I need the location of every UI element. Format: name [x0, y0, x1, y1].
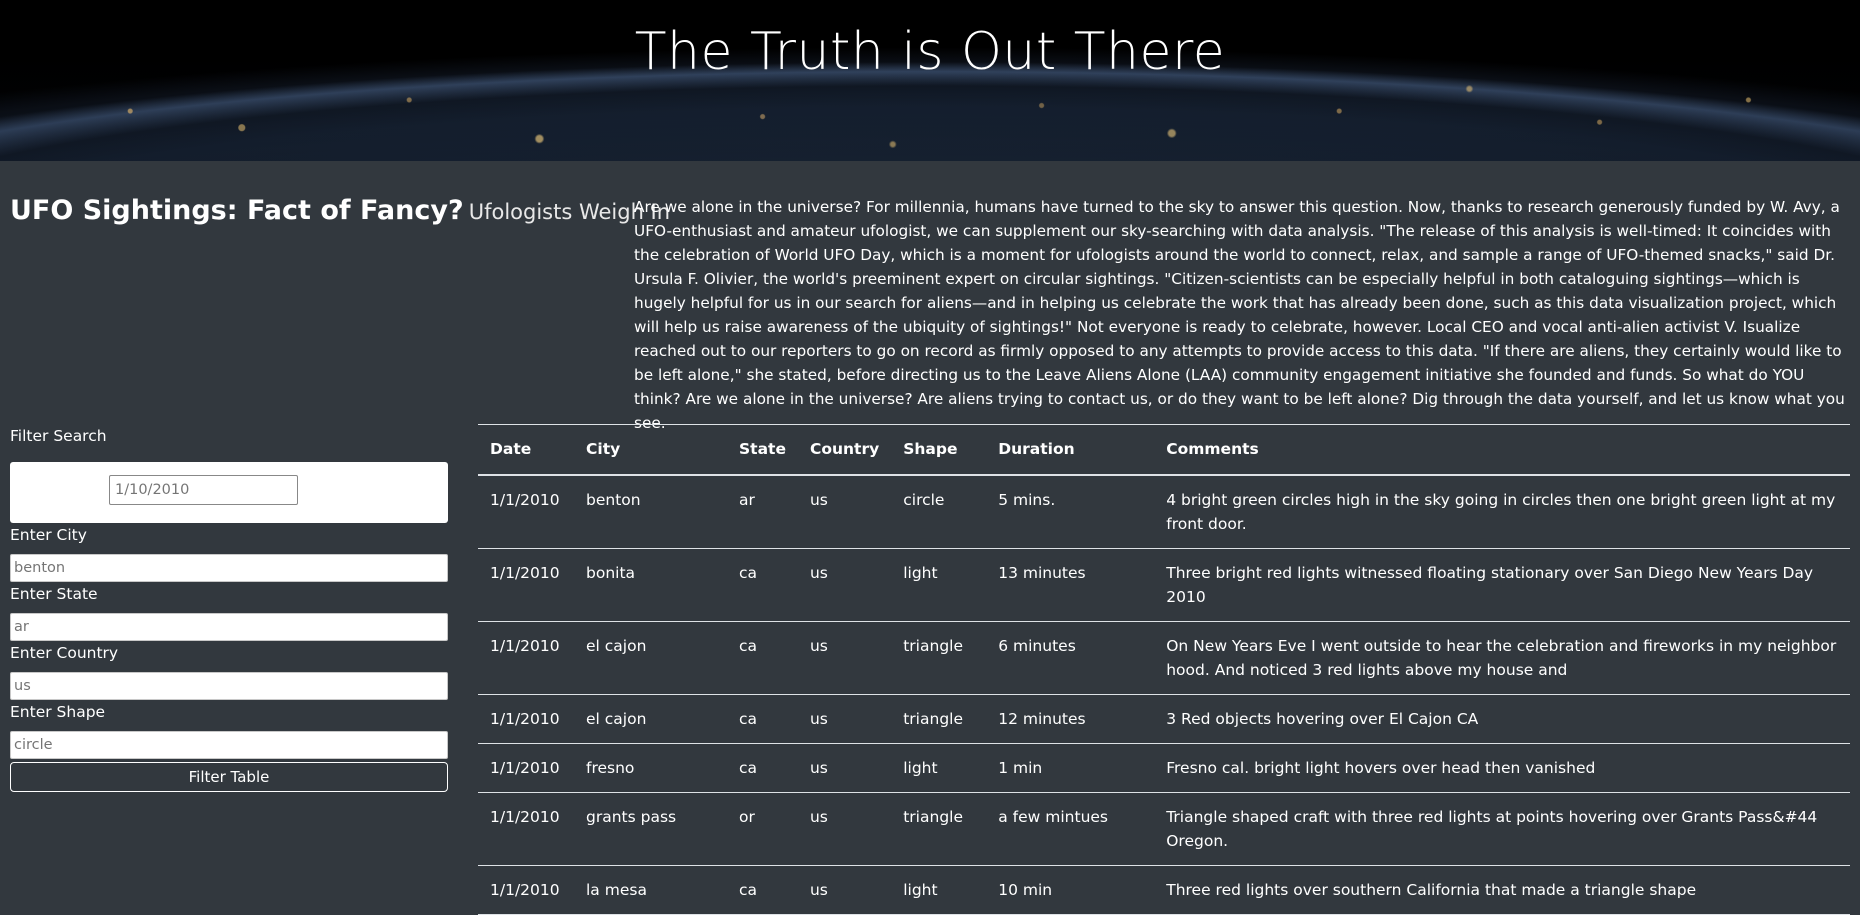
cell-shape: triangle [891, 694, 987, 744]
cell-duration: 10 min [986, 865, 1155, 915]
cell-comments: Fresno cal. bright light hovers over hea… [1154, 743, 1850, 793]
date-filter-box: Enter Date [10, 462, 448, 523]
article-title: UFO Sightings: Fact of Fancy? [10, 195, 464, 226]
state-input[interactable] [10, 613, 448, 641]
header-state: State [727, 424, 798, 476]
cell-date: 1/1/2010 [478, 792, 574, 866]
cell-city: la mesa [574, 865, 727, 915]
header-duration: Duration [986, 424, 1155, 476]
header-shape: Shape [891, 424, 987, 476]
cell-city: grants pass [574, 792, 727, 866]
cell-city: benton [574, 474, 727, 549]
country-input[interactable] [10, 672, 448, 700]
shape-label: Enter Shape [10, 703, 106, 721]
cell-duration: 1 min [986, 743, 1155, 793]
cell-comments: 3 Red objects hovering over El Cajon CA [1154, 694, 1850, 744]
header-city: City [574, 424, 727, 476]
cell-state: ar [727, 474, 798, 549]
table-row: 1/1/2010 fresno ca us light 1 min Fresno… [478, 743, 1850, 793]
cell-state: ca [727, 694, 798, 744]
cell-city: fresno [574, 743, 727, 793]
cell-shape: triangle [891, 621, 987, 695]
city-label: Enter City [10, 526, 87, 544]
ufo-table: Date City State Country Shape Duration C… [478, 424, 1850, 915]
cell-shape: light [891, 548, 987, 622]
table-row: 1/1/2010 benton ar us circle 5 mins. 4 b… [478, 474, 1850, 549]
header-comments: Comments [1154, 424, 1850, 476]
cell-country: us [797, 621, 892, 695]
cell-state: ca [727, 743, 798, 793]
cell-comments: Triangle shaped craft with three red lig… [1154, 792, 1850, 866]
cell-date: 1/1/2010 [478, 743, 574, 793]
hero-banner: The Truth is Out There [0, 0, 1860, 161]
cell-date: 1/1/2010 [478, 548, 574, 622]
table-row: 1/1/2010 la mesa ca us light 10 min Thre… [478, 865, 1850, 915]
cell-date: 1/1/2010 [478, 474, 574, 549]
state-label: Enter State [10, 585, 98, 603]
cell-state: or [727, 792, 798, 866]
cell-comments: 4 bright green circles high in the sky g… [1154, 474, 1850, 549]
cell-duration: 12 minutes [986, 694, 1155, 744]
cell-country: us [797, 694, 892, 744]
cell-state: ca [727, 621, 798, 695]
cell-date: 1/1/2010 [478, 694, 574, 744]
date-input[interactable] [109, 475, 298, 505]
cell-duration: 6 minutes [986, 621, 1155, 695]
page-title: The Truth is Out There [634, 22, 1226, 82]
table-row: 1/1/2010 grants pass or us triangle a fe… [478, 792, 1850, 866]
cell-shape: light [891, 743, 987, 793]
intro-heading: UFO Sightings: Fact of Fancy? Ufologists… [10, 195, 670, 226]
cell-duration: a few mintues [986, 792, 1155, 866]
cell-date: 1/1/2010 [478, 865, 574, 915]
date-label: Enter Date [32, 481, 113, 499]
shape-input[interactable] [10, 731, 448, 759]
cell-shape: triangle [891, 792, 987, 866]
table-row: 1/1/2010 bonita ca us light 13 minutes T… [478, 548, 1850, 622]
cell-date: 1/1/2010 [478, 621, 574, 695]
cell-shape: light [891, 865, 987, 915]
table-header-row: Date City State Country Shape Duration C… [478, 424, 1850, 476]
ufo-table-container: Date City State Country Shape Duration C… [478, 424, 1850, 915]
city-input[interactable] [10, 554, 448, 582]
table-row: 1/1/2010 el cajon ca us triangle 6 minut… [478, 621, 1850, 695]
filter-heading: Filter Search [10, 427, 107, 445]
cell-city: el cajon [574, 694, 727, 744]
country-label: Enter Country [10, 644, 119, 662]
cell-state: ca [727, 865, 798, 915]
article-body: Are we alone in the universe? For millen… [634, 198, 1845, 432]
cell-country: us [797, 792, 892, 866]
table-row: 1/1/2010 el cajon ca us triangle 12 minu… [478, 694, 1850, 744]
header-date: Date [478, 424, 574, 476]
cell-state: ca [727, 548, 798, 622]
cell-duration: 13 minutes [986, 548, 1155, 622]
cell-city: bonita [574, 548, 727, 622]
cell-comments: Three bright red lights witnessed floati… [1154, 548, 1850, 622]
cell-shape: circle [891, 474, 987, 549]
cell-city: el cajon [574, 621, 727, 695]
cell-country: us [797, 548, 892, 622]
cell-comments: On New Years Eve I went outside to hear … [1154, 621, 1850, 695]
cell-country: us [797, 474, 892, 549]
cell-duration: 5 mins. [986, 474, 1155, 549]
filter-table-button[interactable]: Filter Table [10, 762, 448, 792]
cell-comments: Three red lights over southern Californi… [1154, 865, 1850, 915]
filter-panel: Filter Search Enter Date Enter City Ente… [10, 427, 448, 792]
cell-country: us [797, 743, 892, 793]
cell-country: us [797, 865, 892, 915]
header-country: Country [797, 424, 892, 476]
